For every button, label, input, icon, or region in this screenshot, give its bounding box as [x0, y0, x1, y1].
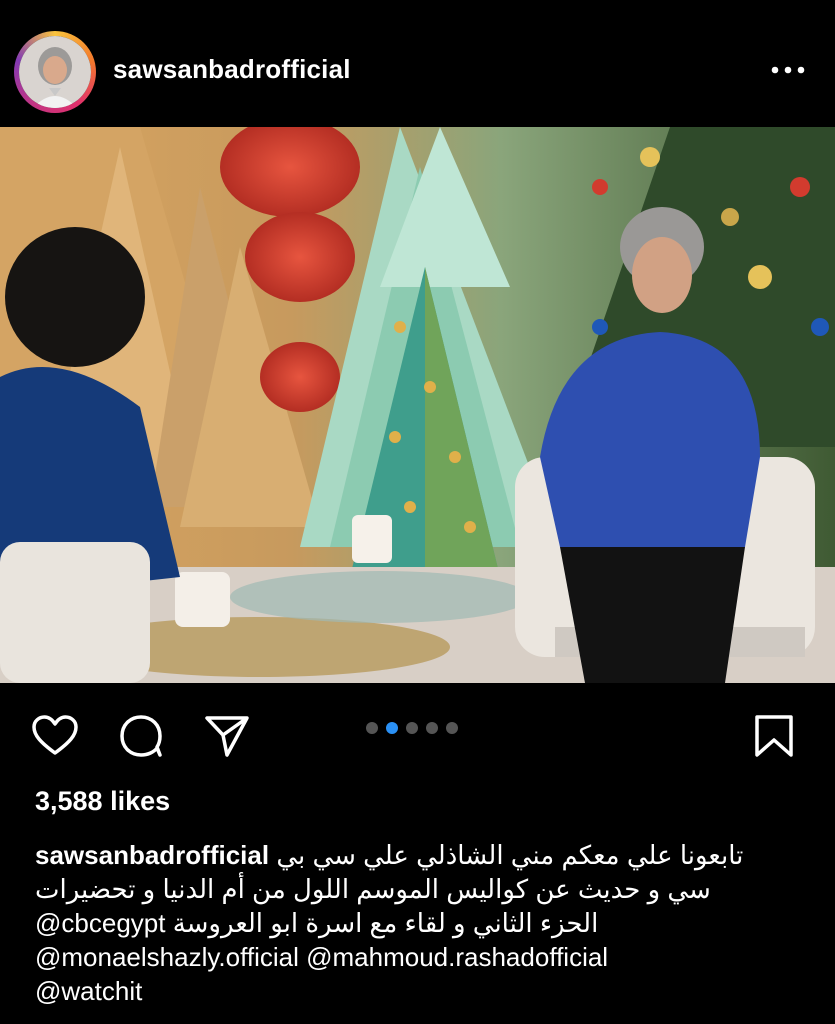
carousel-dot	[366, 722, 378, 734]
more-horizontal-icon[interactable]	[768, 50, 808, 90]
carousel-dot	[446, 722, 458, 734]
caption-text: تابعونا علي معكم مني الشاذلي علي سي بي	[276, 840, 744, 870]
caption-line: @watchit	[35, 974, 805, 1008]
mention-link[interactable]: @watchit	[35, 976, 142, 1006]
caption-line: @monaelshazly.official @mahmoud.rashadof…	[35, 940, 805, 974]
post-username[interactable]: sawsanbadrofficial	[113, 54, 351, 85]
carousel-dot	[406, 722, 418, 734]
heart-icon[interactable]	[31, 712, 79, 760]
carousel-dot-active	[386, 722, 398, 734]
mention-link[interactable]: @mahmoud.rashadofficial	[306, 942, 608, 972]
mention-link[interactable]: @monaelshazly.official	[35, 942, 299, 972]
caption-text: الحزء الثاني و لقاء مع اسرة ابو العروسة	[172, 908, 599, 938]
carousel-dot	[426, 722, 438, 734]
post-photo[interactable]	[0, 127, 835, 683]
caption-text: سي و حديث عن كواليس الموسم اللول من أم ا…	[35, 874, 711, 904]
avatar[interactable]	[19, 36, 91, 108]
bookmark-icon[interactable]	[750, 712, 798, 760]
caption-line: sawsanbadrofficial تابعونا علي معكم مني …	[35, 838, 805, 872]
caption-line: سي و حديث عن كواليس الموسم اللول من أم ا…	[35, 872, 805, 906]
post-caption: sawsanbadrofficial تابعونا علي معكم مني …	[35, 838, 805, 1008]
carousel-indicator	[366, 722, 458, 738]
send-icon[interactable]	[203, 712, 251, 760]
likes-count[interactable]: 3,588 likes	[35, 786, 170, 817]
comment-icon[interactable]	[117, 712, 165, 760]
post-header: sawsanbadrofficial	[0, 14, 835, 124]
story-ring[interactable]	[14, 31, 96, 113]
caption-username[interactable]: sawsanbadrofficial	[35, 840, 269, 870]
caption-line: @cbcegypt الحزء الثاني و لقاء مع اسرة اب…	[35, 906, 805, 940]
mention-link[interactable]: @cbcegypt	[35, 908, 165, 938]
